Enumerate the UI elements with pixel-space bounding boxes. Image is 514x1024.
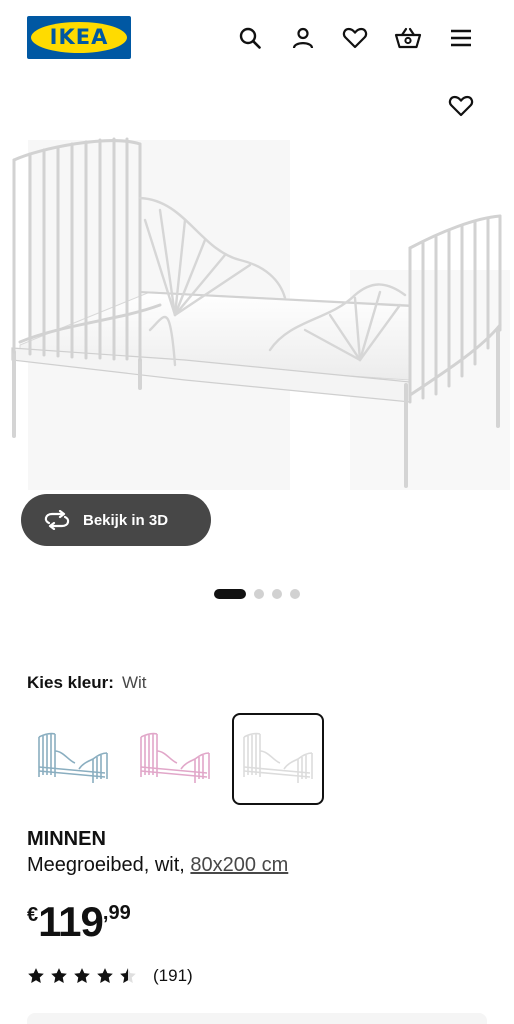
swatch-blue[interactable] bbox=[27, 713, 119, 805]
logo-oval: IKEA bbox=[31, 22, 127, 53]
star-half-icon bbox=[120, 968, 136, 983]
swatch-pink[interactable] bbox=[129, 713, 221, 805]
logo-text: IKEA bbox=[49, 25, 109, 49]
view-3d-button[interactable]: Bekijk in 3D bbox=[21, 494, 211, 546]
size-link[interactable]: 80x200 cm bbox=[190, 854, 288, 876]
bottom-panel bbox=[27, 1013, 487, 1024]
product-image bbox=[11, 137, 510, 490]
rating-count: (191) bbox=[153, 966, 193, 985]
price-decimals: ,99 bbox=[102, 902, 131, 924]
swatch-white-selected[interactable] bbox=[232, 713, 324, 805]
star-full-icon bbox=[74, 968, 90, 983]
bed-thumbnail-pink bbox=[140, 732, 210, 783]
color-value: Wit bbox=[121, 673, 147, 692]
product-description-text: Meegroeibed, wit, bbox=[27, 854, 191, 876]
carousel-indicator bbox=[0, 588, 514, 600]
menu-icon[interactable] bbox=[447, 24, 475, 52]
product-image-gallery[interactable] bbox=[0, 120, 514, 500]
star-full-icon bbox=[28, 968, 44, 983]
view-3d-label: Bekijk in 3D bbox=[83, 511, 169, 529]
color-selector-heading: Kies kleur: Wit bbox=[27, 673, 146, 693]
ikea-logo[interactable]: IKEA bbox=[27, 16, 131, 59]
header: IKEA bbox=[0, 0, 514, 76]
rating-stars bbox=[27, 967, 137, 985]
carousel-dot[interactable] bbox=[272, 589, 282, 599]
carousel-dot[interactable] bbox=[290, 589, 300, 599]
basket-icon[interactable] bbox=[394, 24, 422, 52]
star-full-icon bbox=[97, 968, 113, 983]
product-name: MINNEN bbox=[27, 828, 106, 850]
carousel-dot-active[interactable] bbox=[214, 589, 246, 599]
product-favourite-button[interactable] bbox=[446, 91, 476, 121]
bed-thumbnail-white bbox=[243, 732, 313, 783]
heart-icon bbox=[448, 95, 474, 117]
product-price: € 119 ,99 bbox=[27, 898, 131, 948]
account-icon[interactable] bbox=[289, 24, 317, 52]
bed-thumbnail-blue bbox=[38, 732, 108, 783]
carousel-dot[interactable] bbox=[254, 589, 264, 599]
color-swatches bbox=[27, 713, 327, 805]
product-rating[interactable]: (191) bbox=[27, 965, 193, 987]
price-integer: 119 bbox=[38, 898, 104, 945]
price-currency: € bbox=[27, 904, 39, 926]
color-label: Kies kleur: bbox=[27, 673, 114, 692]
product-description: Meegroeibed, wit, 80x200 cm bbox=[27, 854, 288, 877]
search-icon[interactable] bbox=[236, 24, 264, 52]
rotate-3d-icon bbox=[44, 510, 70, 530]
heart-icon[interactable] bbox=[341, 24, 369, 52]
star-full-icon bbox=[51, 968, 67, 983]
